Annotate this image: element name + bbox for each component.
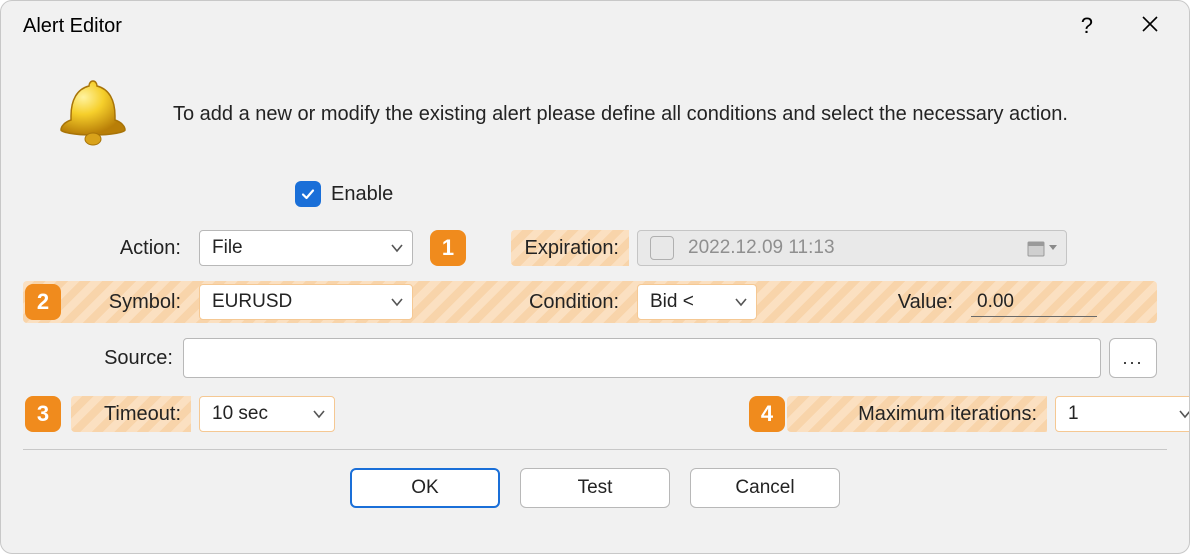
row-source: Source: ... bbox=[23, 337, 1157, 379]
timeout-dropdown[interactable]: 10 sec bbox=[199, 396, 335, 432]
bell-icon bbox=[53, 73, 133, 153]
check-icon bbox=[295, 181, 321, 207]
test-button[interactable]: Test bbox=[520, 468, 670, 508]
maxiter-value: 1 bbox=[1068, 403, 1079, 425]
callout-marker-4: 4 bbox=[749, 396, 785, 432]
action-dropdown[interactable]: File bbox=[199, 230, 413, 266]
expiration-label: Expiration: bbox=[511, 230, 629, 266]
value-label: Value: bbox=[783, 291, 963, 314]
chevron-down-icon bbox=[734, 295, 748, 309]
maxiter-dropdown[interactable]: 1 bbox=[1055, 396, 1190, 432]
symbol-dropdown[interactable]: EURUSD bbox=[199, 284, 413, 320]
expiration-checkbox[interactable] bbox=[650, 236, 674, 260]
symbol-value: EURUSD bbox=[212, 291, 292, 313]
source-label: Source: bbox=[63, 347, 183, 370]
row-symbol-condition: 2 Symbol: EURUSD Condition: Bid < Value:… bbox=[23, 281, 1157, 323]
enable-checkbox[interactable]: Enable bbox=[295, 181, 393, 207]
expiration-field[interactable]: 2022.12.09 11:13 bbox=[637, 230, 1067, 266]
browse-button[interactable]: ... bbox=[1109, 338, 1157, 378]
intro-text: To add a new or modify the existing aler… bbox=[173, 73, 1068, 126]
enable-label: Enable bbox=[331, 183, 393, 206]
action-value: File bbox=[212, 237, 243, 259]
window-controls: ? bbox=[1081, 13, 1159, 39]
chevron-down-icon bbox=[390, 295, 404, 309]
condition-dropdown[interactable]: Bid < bbox=[637, 284, 757, 320]
maxiter-label: Maximum iterations: bbox=[787, 396, 1047, 432]
calendar-icon[interactable] bbox=[1026, 238, 1058, 258]
callout-marker-1: 1 bbox=[430, 230, 466, 266]
chevron-down-icon bbox=[1178, 407, 1190, 421]
row-action-expiration: Action: File 1 Expiration: 2022.12.09 11… bbox=[23, 227, 1157, 269]
chevron-down-icon bbox=[390, 241, 404, 255]
expiration-value: 2022.12.09 11:13 bbox=[688, 237, 835, 259]
chevron-down-icon bbox=[312, 407, 326, 421]
titlebar: Alert Editor ? bbox=[1, 1, 1189, 51]
row-timeout-maxiter: 3 Timeout: 10 sec 4 Maximum iterations: … bbox=[23, 393, 1157, 435]
callout-marker-2: 2 bbox=[25, 284, 61, 320]
enable-row: Enable bbox=[23, 173, 1157, 215]
close-button[interactable] bbox=[1141, 13, 1159, 39]
ok-button[interactable]: OK bbox=[350, 468, 500, 508]
value-input[interactable]: 0.00 bbox=[971, 287, 1097, 317]
condition-label: Condition: bbox=[511, 291, 629, 314]
symbol-label: Symbol: bbox=[71, 291, 191, 314]
window-title: Alert Editor bbox=[23, 15, 122, 38]
condition-value: Bid < bbox=[650, 291, 694, 313]
button-bar: OK Test Cancel bbox=[1, 450, 1189, 526]
source-input[interactable] bbox=[183, 338, 1101, 378]
timeout-value: 10 sec bbox=[212, 403, 268, 425]
alert-editor-window: Alert Editor ? bbox=[0, 0, 1190, 554]
action-label: Action: bbox=[71, 237, 191, 260]
help-button[interactable]: ? bbox=[1081, 13, 1093, 39]
callout-marker-3: 3 bbox=[25, 396, 61, 432]
intro-row: To add a new or modify the existing aler… bbox=[23, 73, 1167, 153]
cancel-button[interactable]: Cancel bbox=[690, 468, 840, 508]
value-value: 0.00 bbox=[977, 291, 1014, 313]
timeout-label: Timeout: bbox=[71, 396, 191, 432]
